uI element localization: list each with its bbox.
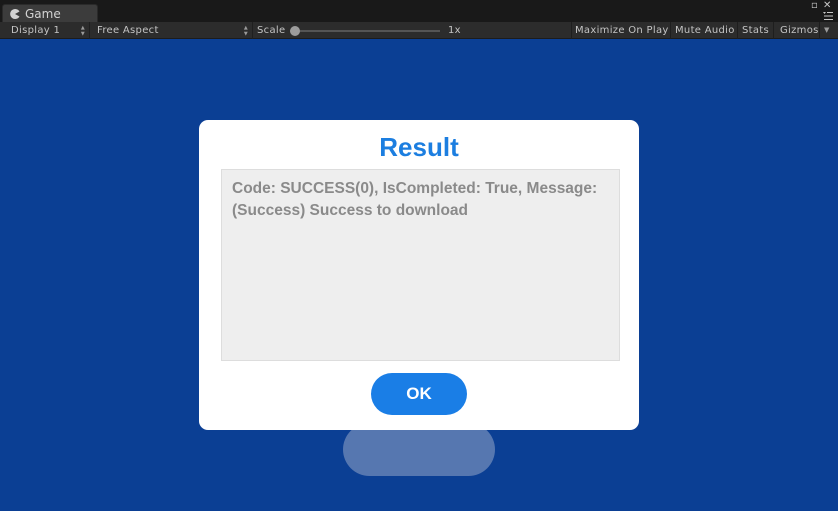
maximize-on-play-toggle[interactable]: Maximize On Play bbox=[575, 22, 669, 39]
game-tab[interactable]: Game bbox=[2, 4, 98, 22]
game-view-toolbar: Display 1 ▲ ▼ Free Aspect ▲ ▼ Scale 1x Max… bbox=[0, 22, 838, 39]
ok-button[interactable]: OK bbox=[371, 373, 467, 415]
game-tab-label: Game bbox=[25, 7, 61, 21]
dropdown-arrows-icon: ▲ ▼ bbox=[243, 25, 248, 37]
background-button bbox=[343, 423, 495, 476]
aspect-dropdown[interactable]: Free Aspect ▲ ▼ bbox=[90, 22, 253, 39]
mute-audio-toggle[interactable]: Mute Audio bbox=[675, 22, 735, 39]
panel-menu-icon[interactable] bbox=[823, 11, 833, 21]
aspect-dropdown-label: Free Aspect bbox=[97, 25, 159, 36]
close-window-icon[interactable]: ✕ bbox=[823, 1, 831, 11]
dropdown-arrows-icon: ▲ ▼ bbox=[80, 25, 85, 37]
scale-value: 1x bbox=[448, 25, 461, 36]
message-box: Code: SUCCESS(0), IsCompleted: True, Mes… bbox=[221, 169, 620, 361]
gizmos-arrow-icon[interactable]: ▼ bbox=[824, 22, 830, 39]
scale-label: Scale bbox=[257, 25, 286, 36]
gizmos-dropdown[interactable]: Gizmos bbox=[780, 22, 819, 39]
scale-slider-thumb[interactable] bbox=[290, 26, 300, 36]
editor-tab-bar: Game ▫ ✕ bbox=[0, 0, 838, 22]
pacman-icon bbox=[10, 9, 20, 19]
result-dialog: Result Code: SUCCESS(0), IsCompleted: Tr… bbox=[199, 120, 639, 430]
scale-slider-track[interactable] bbox=[290, 30, 440, 32]
display-dropdown-label: Display 1 bbox=[11, 25, 61, 36]
stats-toggle[interactable]: Stats bbox=[742, 22, 769, 39]
maximize-window-icon[interactable]: ▫ bbox=[811, 1, 818, 11]
result-message: Code: SUCCESS(0), IsCompleted: True, Mes… bbox=[232, 180, 598, 219]
display-dropdown[interactable]: Display 1 ▲ ▼ bbox=[0, 22, 90, 39]
dialog-title: Result bbox=[379, 132, 459, 162]
